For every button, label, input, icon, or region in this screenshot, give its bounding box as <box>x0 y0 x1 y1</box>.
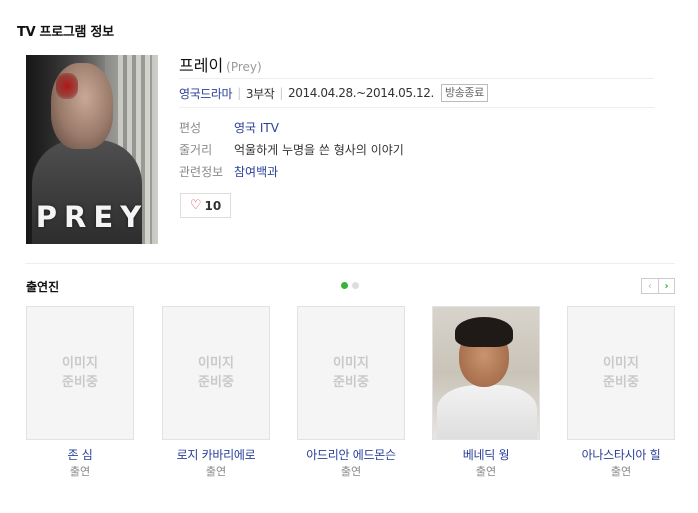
cast-section-title: 출연진 <box>26 280 60 294</box>
episode-count: 3부작 <box>245 86 275 101</box>
placeholder-text: 이미지 <box>603 356 639 371</box>
cast-thumbnail-placeholder[interactable]: 이미지 준비중 <box>297 306 405 440</box>
placeholder-text: 이미지 <box>198 356 234 371</box>
cast-role: 출연 <box>205 465 227 478</box>
detail-row-related: 관련정보 참여백과 <box>179 160 654 182</box>
genre-link[interactable]: 영국드라마 <box>179 85 233 102</box>
related-info-link[interactable]: 참여백과 <box>234 163 278 180</box>
cast-photo[interactable] <box>432 306 540 440</box>
like-count: 10 <box>204 198 222 213</box>
divider <box>179 107 654 108</box>
carousel-pager: ‹ › <box>641 278 675 294</box>
cast-card[interactable]: 이미지 준비중 아나스타시아 힐 출연 <box>567 306 675 480</box>
program-title: 프레이 <box>179 56 224 75</box>
program-details: 편성 영국 ITV 줄거리 억울하게 누명을 쓴 형사의 이야기 관련정보 참여… <box>179 116 654 182</box>
placeholder-text: 준비중 <box>333 375 369 390</box>
placeholder-text: 이미지 <box>333 356 369 371</box>
cast-role: 출연 <box>475 465 497 478</box>
cast-thumbnail-placeholder[interactable]: 이미지 준비중 <box>567 306 675 440</box>
heart-icon: ♡ <box>189 198 202 213</box>
separator: | <box>237 86 241 100</box>
placeholder-text: 준비중 <box>62 375 98 390</box>
cast-card[interactable]: 이미지 준비중 존 심 출연 <box>26 306 134 480</box>
cast-name-link[interactable]: 아드리안 에드몬슨 <box>297 446 405 464</box>
chevron-left-icon[interactable]: ‹ <box>641 278 658 294</box>
detail-label: 편성 <box>179 120 202 135</box>
program-info: 프레이 (Prey) 영국드라마 | 3부작 | 2014.04.28.~201… <box>179 52 654 182</box>
broadcast-dates: 2014.04.28.~2014.05.12. <box>288 86 434 100</box>
cast-role: 출연 <box>69 465 91 478</box>
detail-label: 관련정보 <box>179 164 224 179</box>
program-original-title: (Prey) <box>226 60 262 74</box>
detail-row-channel: 편성 영국 ITV <box>179 116 654 138</box>
channel-link[interactable]: 영국 ITV <box>234 119 279 136</box>
synopsis-text: 억울하게 누명을 쓴 형사의 이야기 <box>234 142 404 157</box>
placeholder-text: 준비중 <box>198 375 234 390</box>
page-dot[interactable] <box>352 282 359 289</box>
cast-thumbnail-placeholder[interactable]: 이미지 준비중 <box>26 306 134 440</box>
cast-card[interactable]: 이미지 준비중 아드리안 에드몬슨 출연 <box>297 306 405 480</box>
program-poster[interactable]: PREY <box>26 55 158 244</box>
status-badge: 방송종료 <box>440 84 488 102</box>
chevron-right-icon[interactable]: › <box>658 278 675 294</box>
carousel-page-indicator <box>341 282 359 289</box>
placeholder-text: 이미지 <box>62 356 98 371</box>
detail-row-synopsis: 줄거리 억울하게 누명을 쓴 형사의 이야기 <box>179 138 654 160</box>
placeholder-text: 준비중 <box>603 375 639 390</box>
cast-card[interactable]: 베네딕 웡 출연 <box>432 306 540 480</box>
program-meta: 영국드라마 | 3부작 | 2014.04.28.~2014.05.12. 방송… <box>179 79 654 107</box>
cast-name-link[interactable]: 베네딕 웡 <box>432 446 540 464</box>
cast-name-link[interactable]: 아나스타시아 힐 <box>567 446 675 464</box>
cast-card[interactable]: 이미지 준비중 로지 카바리에로 출연 <box>162 306 270 480</box>
section-divider <box>25 263 675 264</box>
like-button[interactable]: ♡ 10 <box>180 193 231 218</box>
cast-name-link[interactable]: 로지 카바리에로 <box>162 446 270 464</box>
cast-name-link[interactable]: 존 심 <box>26 446 134 464</box>
poster-title-text: PREY <box>35 200 149 234</box>
cast-role: 출연 <box>610 465 632 478</box>
detail-label: 줄거리 <box>179 142 213 157</box>
section-title: TV 프로그램 정보 <box>17 25 114 40</box>
page-dot-active[interactable] <box>341 282 348 289</box>
cast-thumbnail-placeholder[interactable]: 이미지 준비중 <box>162 306 270 440</box>
cast-role: 출연 <box>340 465 362 478</box>
separator: | <box>279 86 284 100</box>
